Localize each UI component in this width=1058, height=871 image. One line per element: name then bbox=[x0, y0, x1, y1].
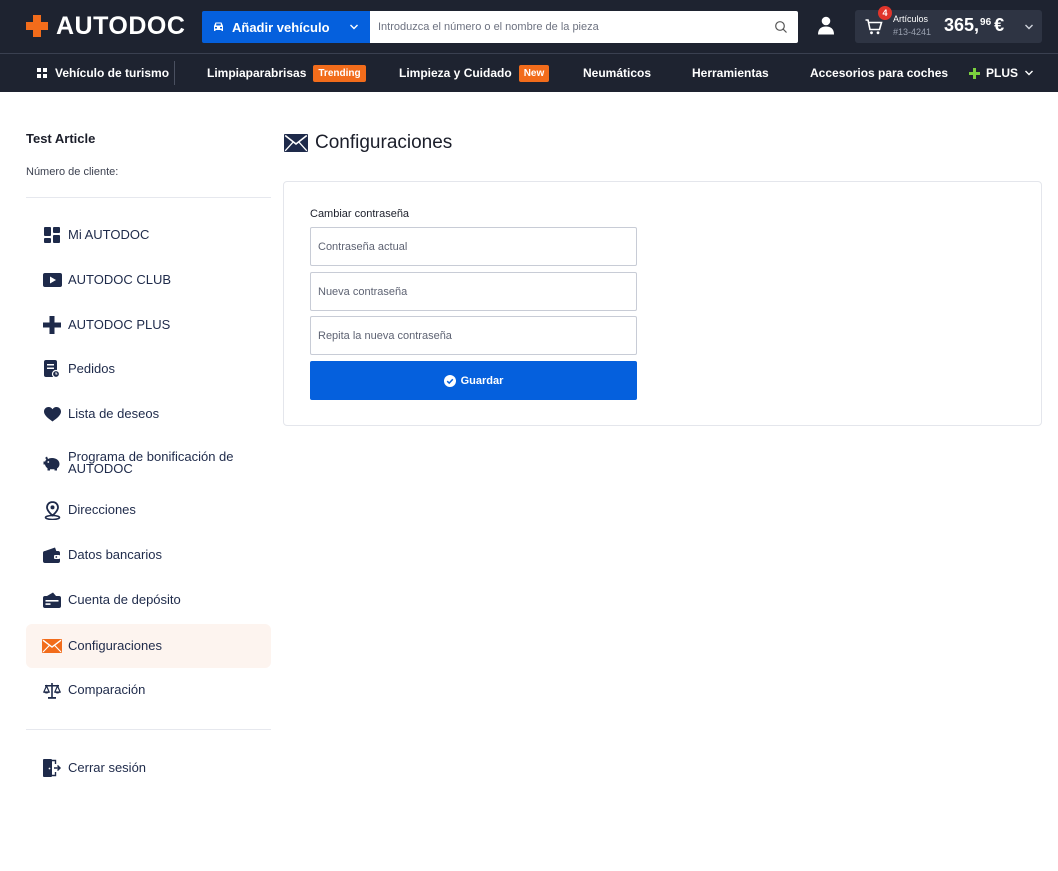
nav-item-tyres[interactable]: Neumáticos bbox=[583, 54, 651, 92]
sidebar-item-wishlist[interactable]: Lista de deseos bbox=[26, 392, 271, 436]
page-title-text: Configuraciones bbox=[315, 132, 453, 153]
logout-button[interactable]: Cerrar sesión bbox=[26, 746, 271, 790]
save-button-label: Guardar bbox=[460, 374, 504, 387]
dashboard-icon bbox=[42, 225, 62, 245]
category-nav: Vehículo de turismo Limpiaparabrisas Tre… bbox=[0, 53, 1058, 92]
logout-label: Cerrar sesión bbox=[68, 760, 147, 775]
price-decimal: 96 bbox=[980, 17, 992, 28]
chevron-down-icon bbox=[1025, 70, 1034, 76]
nav-item-label: Herramientas bbox=[692, 66, 769, 80]
cart-items-label: Artículos bbox=[893, 14, 929, 24]
sidebar-item-label: Comparación bbox=[68, 682, 146, 697]
sidebar-item-label: Lista de deseos bbox=[68, 406, 160, 421]
current-password-field bbox=[310, 227, 637, 266]
repeat-password-input[interactable] bbox=[311, 317, 636, 354]
scales-icon bbox=[42, 680, 62, 700]
cart-total-price: 365,96 € bbox=[944, 15, 1004, 36]
sidebar-item-label: AUTODOC PLUS bbox=[68, 317, 171, 332]
change-password-label: Cambiar contraseña bbox=[310, 208, 410, 220]
sidebar-item-label: Pedidos bbox=[68, 361, 115, 376]
page-title: Configuraciones bbox=[284, 130, 452, 156]
add-vehicle-label: Añadir vehículo bbox=[232, 19, 330, 35]
sidebar-item-autodoc-club[interactable]: AUTODOC CLUB bbox=[26, 258, 271, 302]
top-header: AUTODOC Añadir vehículo 4 Artículos bbox=[0, 0, 1058, 53]
nav-item-wipers[interactable]: Limpiaparabrisas Trending bbox=[207, 54, 366, 92]
nav-item-plus[interactable]: PLUS bbox=[969, 54, 1034, 92]
location-icon bbox=[42, 500, 62, 520]
check-circle-icon bbox=[443, 374, 456, 387]
envelope-icon bbox=[42, 636, 62, 656]
autodoc-logo[interactable]: AUTODOC bbox=[26, 12, 185, 40]
car-icon bbox=[214, 22, 223, 31]
add-vehicle-button[interactable]: Añadir vehículo bbox=[202, 11, 370, 43]
envelope-icon bbox=[284, 134, 308, 152]
sidebar-item-orders[interactable]: Pedidos bbox=[26, 347, 271, 391]
nav-item-label: Vehículo de turismo bbox=[55, 66, 170, 80]
heart-icon bbox=[42, 404, 62, 424]
sidebar-item-label: Cuenta de depósito bbox=[68, 592, 181, 607]
password-settings-card: Cambiar contraseña Guardar bbox=[283, 181, 1042, 426]
save-button[interactable]: Guardar bbox=[310, 361, 637, 400]
logo-cross-icon bbox=[26, 15, 48, 37]
deposit-icon bbox=[42, 590, 62, 610]
sidebar-divider bbox=[26, 197, 271, 198]
cart-icon bbox=[865, 19, 883, 35]
client-number-label: Número de cliente: bbox=[26, 166, 119, 178]
sidebar-item-deposit-account[interactable]: Cuenta de depósito bbox=[26, 578, 271, 622]
sidebar-item-bonus-program[interactable]: Programa de bonificación de AUTODOC bbox=[26, 441, 271, 485]
logout-icon bbox=[42, 758, 62, 778]
nav-item-label: PLUS bbox=[986, 66, 1019, 80]
new-password-field bbox=[310, 272, 637, 311]
sidebar-item-bank-details[interactable]: Datos bancarios bbox=[26, 533, 271, 577]
trending-badge: Trending bbox=[313, 64, 366, 82]
nav-divider bbox=[174, 61, 175, 85]
new-badge: New bbox=[518, 64, 550, 82]
sidebar-item-addresses[interactable]: Direcciones bbox=[26, 488, 271, 532]
nav-item-label: Limpiaparabrisas bbox=[207, 66, 307, 80]
sidebar-item-settings[interactable]: Configuraciones bbox=[26, 624, 271, 668]
nav-item-car-accessories[interactable]: Accesorios para coches bbox=[810, 54, 948, 92]
chevron-down-icon bbox=[350, 24, 358, 30]
sidebar-item-label: Programa de bonificación de AUTODOC bbox=[68, 449, 234, 476]
orders-icon bbox=[42, 359, 62, 379]
cart-button[interactable]: 4 Artículos #13-4241 365,96 € bbox=[855, 6, 1042, 43]
piggy-bank-icon bbox=[42, 453, 62, 473]
play-icon bbox=[42, 270, 62, 290]
new-password-input[interactable] bbox=[311, 273, 636, 310]
wallet-icon bbox=[42, 545, 62, 565]
grid-icon bbox=[37, 68, 47, 78]
plus-icon bbox=[42, 315, 62, 335]
sidebar-item-comparison[interactable]: Comparación bbox=[26, 668, 271, 712]
sidebar-item-label: Direcciones bbox=[68, 502, 136, 517]
search-icon[interactable] bbox=[774, 20, 788, 34]
cart-count-badge: 4 bbox=[878, 6, 892, 20]
sidebar-item-label: AUTODOC CLUB bbox=[68, 272, 172, 287]
repeat-password-field bbox=[310, 316, 637, 355]
user-name: Test Article bbox=[26, 131, 96, 146]
sidebar-item-my-autodoc[interactable]: Mi AUTODOC bbox=[26, 213, 271, 257]
nav-item-cleaning-care[interactable]: Limpieza y Cuidado New bbox=[399, 54, 550, 92]
sidebar-item-autodoc-plus[interactable]: AUTODOC PLUS bbox=[26, 303, 271, 347]
logo-text: AUTODOC bbox=[56, 11, 186, 40]
sidebar-item-label: Datos bancarios bbox=[68, 547, 162, 562]
nav-item-label: Accesorios para coches bbox=[810, 66, 949, 80]
price-integer: 365, bbox=[944, 15, 980, 35]
nav-item-label: Limpieza y Cuidado bbox=[399, 66, 512, 80]
user-account-icon[interactable] bbox=[817, 16, 835, 35]
cart-order-number: #13-4241 bbox=[893, 27, 932, 37]
chevron-down-icon bbox=[1025, 24, 1033, 30]
sidebar-item-label: Configuraciones bbox=[68, 638, 162, 653]
plus-icon bbox=[969, 67, 980, 79]
sidebar-divider bbox=[26, 729, 271, 730]
search-bar bbox=[370, 11, 798, 43]
nav-item-tools[interactable]: Herramientas bbox=[692, 54, 769, 92]
nav-item-passenger-vehicle[interactable]: Vehículo de turismo bbox=[37, 54, 169, 92]
price-currency: € bbox=[994, 15, 1005, 35]
sidebar-item-label: Mi AUTODOC bbox=[68, 227, 150, 242]
nav-item-label: Neumáticos bbox=[583, 66, 652, 80]
current-password-input[interactable] bbox=[311, 228, 636, 265]
search-input[interactable] bbox=[370, 11, 760, 43]
